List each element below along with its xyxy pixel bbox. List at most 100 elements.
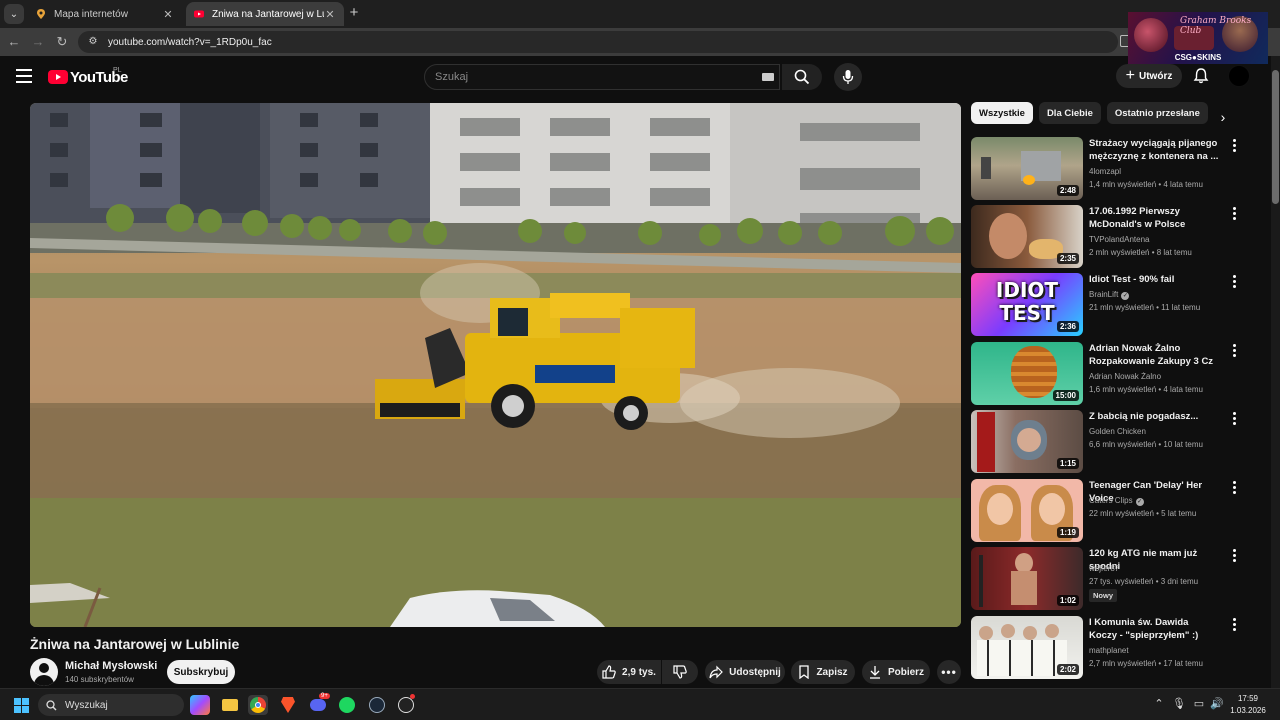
recommendation-item[interactable]: 1:15 Z babcią nie pogadasz... Golden Chi…: [971, 410, 1251, 474]
recommendation-item[interactable]: 15:00 Adrian Nowak Żalno Rozpakowanie Za…: [971, 342, 1251, 406]
video-thumbnail[interactable]: 2:02: [971, 616, 1083, 679]
recommendation-item[interactable]: 1:19 Teenager Can 'Delay' Her Voice Cate…: [971, 479, 1251, 543]
windows-start-icon[interactable]: [14, 698, 29, 713]
recommendation-channel[interactable]: Golden Chicken: [1089, 427, 1146, 436]
recommendation-title[interactable]: Adrian Nowak Żalno Rozpakowanie Zakupy 3…: [1089, 342, 1219, 368]
taskbar-search-label: Wyszukaj: [65, 699, 108, 711]
duration-badge: 2:02: [1056, 664, 1079, 675]
microphone-icon[interactable]: 🎙: [1172, 697, 1186, 711]
video-thumbnail[interactable]: 2:35: [971, 205, 1083, 268]
volume-icon[interactable]: 🔊: [1210, 697, 1224, 711]
recommendation-channel[interactable]: wojfer87: [1089, 564, 1119, 573]
recommendation-title[interactable]: I Komunia św. Dawida Koczy - "spieprzyłe…: [1089, 616, 1219, 642]
more-vertical-icon[interactable]: [1229, 412, 1239, 426]
video-thumbnail[interactable]: 1:15: [971, 410, 1083, 473]
recommendation-meta: 2 mln wyświetleń • 8 lat temu: [1089, 248, 1192, 257]
video-thumbnail[interactable]: 1:19: [971, 479, 1083, 542]
recommendation-item[interactable]: 2:02 I Komunia św. Dawida Koczy - "spiep…: [971, 616, 1251, 680]
video-thumbnail[interactable]: 1:02: [971, 547, 1083, 610]
video-frame: [30, 103, 961, 627]
ad-script-text: Graham Brooks Club: [1180, 16, 1252, 36]
file-explorer-icon[interactable]: [220, 695, 240, 715]
copilot-icon[interactable]: [190, 695, 210, 715]
create-button[interactable]: + Utwórz: [1116, 64, 1182, 88]
video-thumbnail[interactable]: 15:00: [971, 342, 1083, 405]
download-button[interactable]: Pobierz: [862, 660, 930, 684]
overlay-advertisement[interactable]: Graham Brooks Club CSG●SKINS: [1128, 12, 1268, 64]
video-player[interactable]: [30, 103, 961, 627]
discord-icon[interactable]: 9+: [308, 693, 330, 715]
brave-icon[interactable]: [278, 695, 298, 715]
save-button[interactable]: Zapisz: [791, 660, 855, 684]
recommendation-channel[interactable]: BrainLift ✓: [1089, 290, 1130, 300]
more-vertical-icon[interactable]: [1229, 207, 1239, 221]
more-vertical-icon[interactable]: [1229, 481, 1239, 495]
like-button[interactable]: 2,9 tys.: [597, 660, 661, 684]
tab-mapa-internetow[interactable]: Mapa internetów ✕: [28, 2, 182, 26]
tab-title: Żniwa na Jantarowej w Lublinie: [212, 8, 324, 20]
more-vertical-icon[interactable]: [1229, 549, 1239, 563]
video-thumbnail[interactable]: 2:48: [971, 137, 1083, 200]
spotify-icon[interactable]: [337, 695, 357, 715]
recommendation-item[interactable]: IDIOT TEST 2:36 Idiot Test - 90% fail Br…: [971, 273, 1251, 337]
system-clock[interactable]: 17:59 1.03.2026: [1224, 693, 1272, 717]
more-vertical-icon[interactable]: [1229, 618, 1239, 632]
recommendation-channel[interactable]: TVPolandAntena: [1089, 235, 1150, 244]
new-tab-button[interactable]: +: [346, 5, 362, 21]
obs-icon[interactable]: [396, 694, 416, 715]
steam-icon[interactable]: [367, 695, 387, 715]
new-badge: Nowy: [1089, 589, 1118, 602]
keyboard-icon[interactable]: [762, 73, 774, 81]
chevron-up-icon[interactable]: ⌃: [1152, 697, 1166, 711]
url-text: youtube.com/watch?v=_1RDp0u_fac: [108, 36, 272, 48]
more-actions-button[interactable]: •••: [937, 660, 961, 684]
chip-all[interactable]: Wszystkie: [971, 102, 1033, 124]
channel-avatar[interactable]: [30, 658, 58, 686]
scrollbar-thumb[interactable]: [1272, 70, 1279, 204]
network-icon[interactable]: ▭: [1192, 697, 1206, 711]
recommendation-channel[interactable]: Adrian Nowak Żalno: [1089, 372, 1161, 381]
create-label: Utwórz: [1139, 70, 1173, 82]
recommendation-meta: 22 mln wyświetleń • 5 lat temu: [1089, 509, 1197, 518]
forward-arrow-icon[interactable]: →: [30, 34, 46, 50]
address-bar-row: ← → ↻ ⚙ youtube.com/watch?v=_1RDp0u_fac: [0, 28, 1280, 56]
address-field[interactable]: ⚙ youtube.com/watch?v=_1RDp0u_fac: [78, 31, 1118, 53]
account-avatar[interactable]: [1228, 65, 1250, 87]
recommendation-item[interactable]: 2:48 Strażacy wyciągają pijanego mężczyz…: [971, 137, 1251, 201]
recommendation-channel[interactable]: 4lomzapl: [1089, 167, 1121, 176]
recommendation-channel[interactable]: mathplanet: [1089, 646, 1129, 655]
dislike-button[interactable]: [662, 660, 698, 684]
search-input[interactable]: [425, 65, 779, 89]
more-vertical-icon[interactable]: [1229, 275, 1239, 289]
more-vertical-icon[interactable]: [1229, 139, 1239, 153]
voice-search-button[interactable]: [834, 63, 862, 91]
notifications-bell-icon[interactable]: [1192, 67, 1210, 85]
chrome-icon[interactable]: [248, 695, 268, 715]
reload-icon[interactable]: ↻: [54, 34, 70, 50]
chip-for-you[interactable]: Dla Ciebie: [1038, 102, 1101, 124]
recommendation-title[interactable]: Z babcią nie pogadasz...: [1089, 410, 1219, 423]
recommendation-item[interactable]: 2:35 17.06.1992 Pierwszy McDonald's w Po…: [971, 205, 1251, 269]
taskbar-search[interactable]: Wyszukaj: [38, 694, 184, 716]
tab-search-button[interactable]: ⌄: [4, 4, 24, 24]
chevron-right-icon[interactable]: ›: [1216, 110, 1230, 124]
tab-youtube-video[interactable]: Żniwa na Jantarowej w Lublinie ✕: [186, 2, 344, 26]
video-thumbnail[interactable]: IDIOT TEST 2:36: [971, 273, 1083, 336]
back-arrow-icon[interactable]: ←: [6, 34, 22, 50]
search-button[interactable]: [782, 64, 822, 90]
close-tab-icon[interactable]: ✕: [324, 8, 336, 21]
recommendation-item[interactable]: 1:02 120 kg ATG nie mam już spodni wojfe…: [971, 547, 1251, 611]
subscribe-button[interactable]: Subskrybuj: [167, 660, 235, 684]
recommendation-title[interactable]: Strażacy wyciągają pijanego mężczyznę z …: [1089, 137, 1219, 163]
more-vertical-icon[interactable]: [1229, 344, 1239, 358]
site-info-icon[interactable]: ⚙: [86, 35, 100, 49]
recommendation-title[interactable]: 17.06.1992 Pierwszy McDonald's w Polsce: [1089, 205, 1219, 231]
recommendation-title[interactable]: Idiot Test - 90% fail: [1089, 273, 1219, 286]
chip-recently-uploaded[interactable]: Ostatnio przesłane: [1106, 102, 1208, 124]
close-tab-icon[interactable]: ✕: [162, 8, 174, 21]
duration-badge: 1:02: [1056, 595, 1079, 606]
share-button[interactable]: Udostępnij: [705, 660, 785, 684]
channel-name[interactable]: Michał Mysłowski: [65, 660, 157, 672]
hamburger-menu-icon[interactable]: [16, 69, 32, 83]
recommendation-channel[interactable]: Caters Clips ✓: [1089, 496, 1144, 506]
